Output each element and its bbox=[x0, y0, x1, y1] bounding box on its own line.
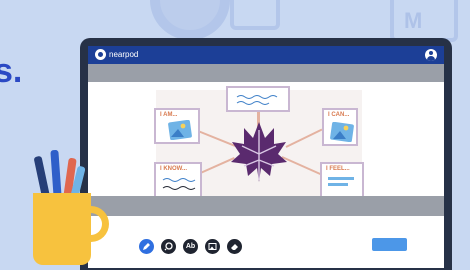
highlighter-tool-button[interactable] bbox=[161, 239, 176, 254]
pencil-icon bbox=[143, 243, 150, 250]
pen-tool-button[interactable] bbox=[139, 239, 154, 254]
cropped-heading-text: s. bbox=[0, 52, 23, 90]
marker-icon bbox=[164, 242, 173, 251]
image-tool-button[interactable] bbox=[205, 239, 220, 254]
card-label: I AM... bbox=[160, 112, 178, 118]
card-i-know[interactable]: I KNOW... bbox=[154, 162, 202, 198]
pencil-mug bbox=[33, 193, 91, 265]
card-label: I KNOW... bbox=[160, 166, 187, 172]
background-letter: M bbox=[404, 8, 423, 33]
slide-bottom-bar bbox=[88, 196, 444, 216]
scribble-text-icon bbox=[236, 95, 278, 105]
card-label: I FEEL... bbox=[326, 166, 350, 172]
app-header: nearpod bbox=[88, 46, 444, 64]
image-placeholder-icon bbox=[168, 120, 192, 140]
laptop-screen: nearpod I AM... I CAN... I KNOW... I FEE… bbox=[88, 46, 444, 268]
connector-line bbox=[285, 128, 323, 148]
submit-button[interactable] bbox=[372, 238, 407, 251]
text-tool-button[interactable]: Ab bbox=[183, 239, 198, 254]
card-i-can[interactable]: I CAN... bbox=[322, 108, 358, 146]
eraser-tool-button[interactable] bbox=[227, 239, 242, 254]
text-lines-icon bbox=[328, 177, 354, 186]
scribble-text-icon bbox=[162, 178, 196, 190]
card-i-am[interactable]: I AM... bbox=[154, 108, 200, 144]
image-icon bbox=[208, 243, 217, 250]
slide-canvas[interactable]: I AM... I CAN... I KNOW... I FEEL... bbox=[154, 86, 364, 198]
background-frame bbox=[390, 0, 458, 42]
laptop: nearpod I AM... I CAN... I KNOW... I FEE… bbox=[80, 38, 452, 270]
logo-icon bbox=[95, 49, 106, 60]
user-avatar-icon[interactable] bbox=[425, 49, 437, 61]
brand-name: nearpod bbox=[109, 50, 139, 59]
text-icon: Ab bbox=[185, 243, 196, 250]
image-placeholder-icon bbox=[330, 122, 354, 142]
background-circle bbox=[150, 0, 230, 40]
background-frame bbox=[230, 0, 280, 30]
slide-top-bar bbox=[88, 64, 444, 82]
card-i-feel[interactable]: I FEEL... bbox=[320, 162, 364, 198]
leaf-icon bbox=[231, 122, 287, 182]
eraser-icon bbox=[231, 244, 238, 250]
nearpod-logo[interactable]: nearpod bbox=[95, 49, 138, 60]
card-top-center[interactable] bbox=[226, 86, 290, 112]
pencil-blue bbox=[50, 149, 62, 199]
card-label: I CAN... bbox=[328, 112, 350, 118]
